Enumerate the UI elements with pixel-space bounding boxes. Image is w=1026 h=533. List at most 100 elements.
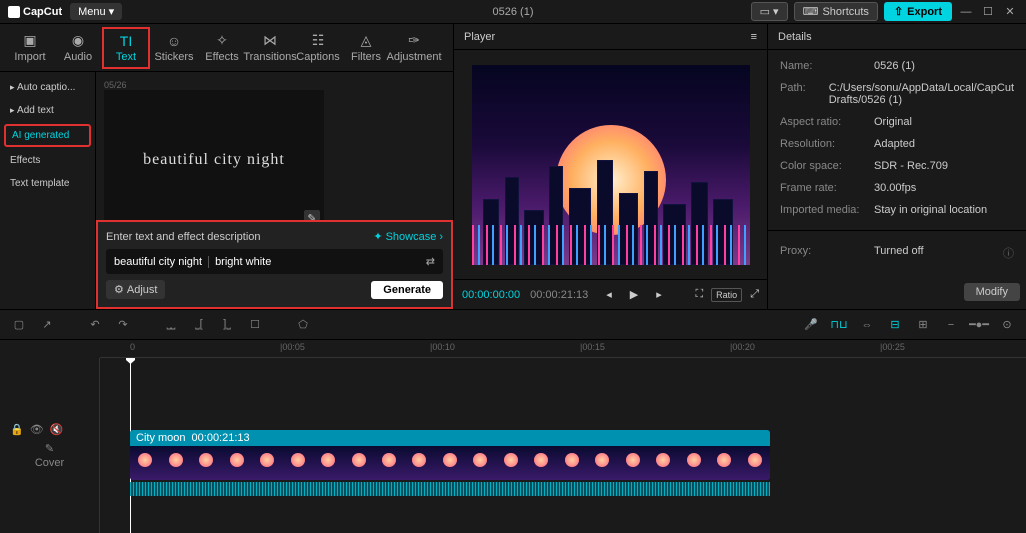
modify-button[interactable]: Modify (964, 283, 1020, 301)
sidebar-item-ai-generated[interactable]: AI generated (4, 124, 91, 147)
magnet-on-icon[interactable]: ⊓⊔ (830, 318, 848, 331)
prompt-input[interactable]: beautiful city night bright white ⇄ (106, 249, 443, 274)
split-left-tool[interactable]: ⎵[ (190, 318, 208, 331)
adjust-button[interactable]: ⚙ Adjust (106, 280, 165, 299)
timeline-panel: ▢ ↗ ↶ ↷ ⎵⎵ ⎵[ ]⎵ ☐ ⬠ 🎤 ⊓⊔ ⇔ ⊟ ⊞ − ━●━ ⊙ … (0, 309, 1026, 533)
timeline-tracks[interactable]: 🔒 👁 🔇 ✎ Cover City moon 00:00:21:13 (0, 358, 1026, 533)
tab-import[interactable]: ▣Import (6, 29, 54, 67)
tab-filters[interactable]: ◬Filters (342, 29, 390, 67)
tab-stickers[interactable]: ☺Stickers (150, 29, 198, 67)
export-button[interactable]: ⇧ Export (884, 2, 952, 21)
split-tool[interactable]: ⎵⎵ (162, 318, 180, 331)
label-name: Name: (780, 60, 866, 72)
stickers-icon: ☺ (166, 33, 182, 49)
preview-timestamp: 05/26 (104, 80, 445, 90)
sidebar-item-auto-captions[interactable]: Auto captio... (4, 78, 91, 97)
timecode-current: 00:00:00:00 (462, 289, 520, 301)
tab-effects[interactable]: ✧Effects (198, 29, 246, 67)
snap-icon[interactable]: ⊞ (914, 318, 932, 331)
effects-icon: ✧ (214, 33, 230, 49)
details-title: Details (778, 31, 812, 43)
generate-button[interactable]: Generate (371, 281, 443, 299)
shortcuts-button[interactable]: ⌨ Shortcuts (794, 2, 878, 21)
clip-duration: 00:00:21:13 (192, 432, 250, 444)
fullscreen-icon[interactable]: ⤢ (750, 288, 759, 301)
video-clip[interactable]: City moon 00:00:21:13 (130, 430, 770, 480)
sep-tool[interactable]: ☐ (246, 318, 264, 331)
mute-icon[interactable]: 🔇 (50, 423, 64, 436)
showcase-button[interactable]: ✦ Showcase › (373, 230, 443, 243)
minimize-button[interactable]: — (958, 4, 974, 20)
tick-20: |00:20 (730, 342, 755, 352)
text-preview[interactable]: beautiful city night ✎ (104, 90, 324, 230)
label-resolution: Resolution: (780, 138, 866, 150)
timeline-ruler[interactable]: 0 |00:05 |00:10 |00:15 |00:20 |00:25 (100, 340, 1026, 358)
top-bar: CapCut Menu▾ 0526 (1) ▭ ▾ ⌨ Shortcuts ⇧ … (0, 0, 1026, 24)
label-framerate: Frame rate: (780, 182, 866, 194)
timeline-toolbar: ▢ ↗ ↶ ↷ ⎵⎵ ⎵[ ]⎵ ☐ ⬠ 🎤 ⊓⊔ ⇔ ⊟ ⊞ − ━●━ ⊙ (0, 310, 1026, 340)
prompt-text-1: beautiful city night (114, 256, 202, 268)
prompt-text-2: bright white (215, 256, 271, 268)
tab-transitions[interactable]: ⋈Transitions (246, 29, 294, 67)
divider (208, 256, 209, 268)
split-right-tool[interactable]: ]⎵ (218, 318, 236, 331)
project-title: 0526 (1) (493, 6, 534, 18)
info-icon[interactable]: ⓘ (1003, 245, 1014, 261)
tab-captions[interactable]: ☷Captions (294, 29, 342, 67)
audio-icon: ◉ (70, 33, 86, 49)
app-logo: CapCut (8, 6, 62, 18)
ratio-button[interactable]: Ratio (711, 288, 742, 302)
maximize-button[interactable]: ☐ (980, 4, 996, 20)
tab-text[interactable]: TIText (102, 27, 150, 69)
lock-icon[interactable]: 🔒 (10, 423, 24, 436)
filters-icon: ◬ (358, 33, 374, 49)
link-icon[interactable]: ⇔ (858, 319, 876, 331)
zoom-fit-icon[interactable]: ⛶ (695, 288, 703, 301)
mic-icon[interactable]: 🎤 (802, 318, 820, 331)
sidebar-item-add-text[interactable]: Add text (4, 101, 91, 120)
tab-audio[interactable]: ◉Audio (54, 29, 102, 67)
prompt-title: Enter text and effect description (106, 231, 261, 243)
player-controls: 00:00:00:00 00:00:21:13 ◂ ▶ ▸ ⛶ Ratio ⤢ (454, 279, 767, 309)
text-categories: Auto captio... Add text AI generated Eff… (0, 72, 96, 309)
prev-frame-button[interactable]: ◂ (606, 288, 612, 301)
transitions-icon: ⋈ (262, 33, 278, 49)
value-proxy: Turned off (874, 245, 995, 261)
media-tabs: ▣Import ◉Audio TIText ☺Stickers ✧Effects… (0, 24, 453, 72)
tick-15: |00:15 (580, 342, 605, 352)
tick-5: |00:05 (280, 342, 305, 352)
cover-button[interactable]: ✎ Cover (10, 442, 89, 469)
marker-tool[interactable]: ⬠ (294, 318, 312, 331)
tab-adjustment[interactable]: ✑Adjustment (390, 29, 438, 67)
player-menu-icon[interactable]: ≡ (751, 31, 757, 43)
menu-button[interactable]: Menu▾ (70, 3, 122, 20)
play-button[interactable]: ▶ (630, 288, 638, 301)
zoom-in-icon[interactable]: ⊙ (998, 318, 1016, 331)
shuffle-icon[interactable]: ⇄ (426, 255, 435, 268)
value-framerate: 30.00fps (874, 182, 1014, 194)
audio-waveform[interactable] (130, 482, 770, 496)
next-frame-button[interactable]: ▸ (656, 288, 662, 301)
arrow-tool[interactable]: ↗ (38, 318, 56, 331)
sidebar-item-effects[interactable]: Effects (4, 151, 91, 170)
value-path: C:/Users/sonu/AppData/Local/CapCut Draft… (829, 82, 1014, 106)
eye-icon[interactable]: 👁 (30, 423, 44, 436)
preview-axis-icon[interactable]: ⊟ (886, 318, 904, 331)
redo-button[interactable]: ↷ (114, 318, 132, 331)
track-controls: 🔒 👁 🔇 ✎ Cover (0, 358, 100, 533)
select-tool[interactable]: ▢ (10, 318, 28, 331)
sidebar-item-text-template[interactable]: Text template (4, 174, 91, 193)
zoom-out-icon[interactable]: − (942, 319, 960, 331)
layout-button[interactable]: ▭ ▾ (751, 2, 788, 21)
close-button[interactable]: ✕ (1002, 4, 1018, 20)
pencil-icon: ✎ (45, 442, 54, 455)
undo-button[interactable]: ↶ (86, 318, 104, 331)
clip-name: City moon (136, 432, 186, 444)
player-viewport[interactable] (454, 50, 767, 279)
value-name: 0526 (1) (874, 60, 1014, 72)
label-aspect: Aspect ratio: (780, 116, 866, 128)
tick-10: |00:10 (430, 342, 455, 352)
value-imported: Stay in original location (874, 204, 1014, 216)
zoom-slider[interactable]: ━●━ (970, 318, 988, 331)
text-preview-area: 05/26 beautiful city night ✎ Enter text … (96, 72, 453, 309)
